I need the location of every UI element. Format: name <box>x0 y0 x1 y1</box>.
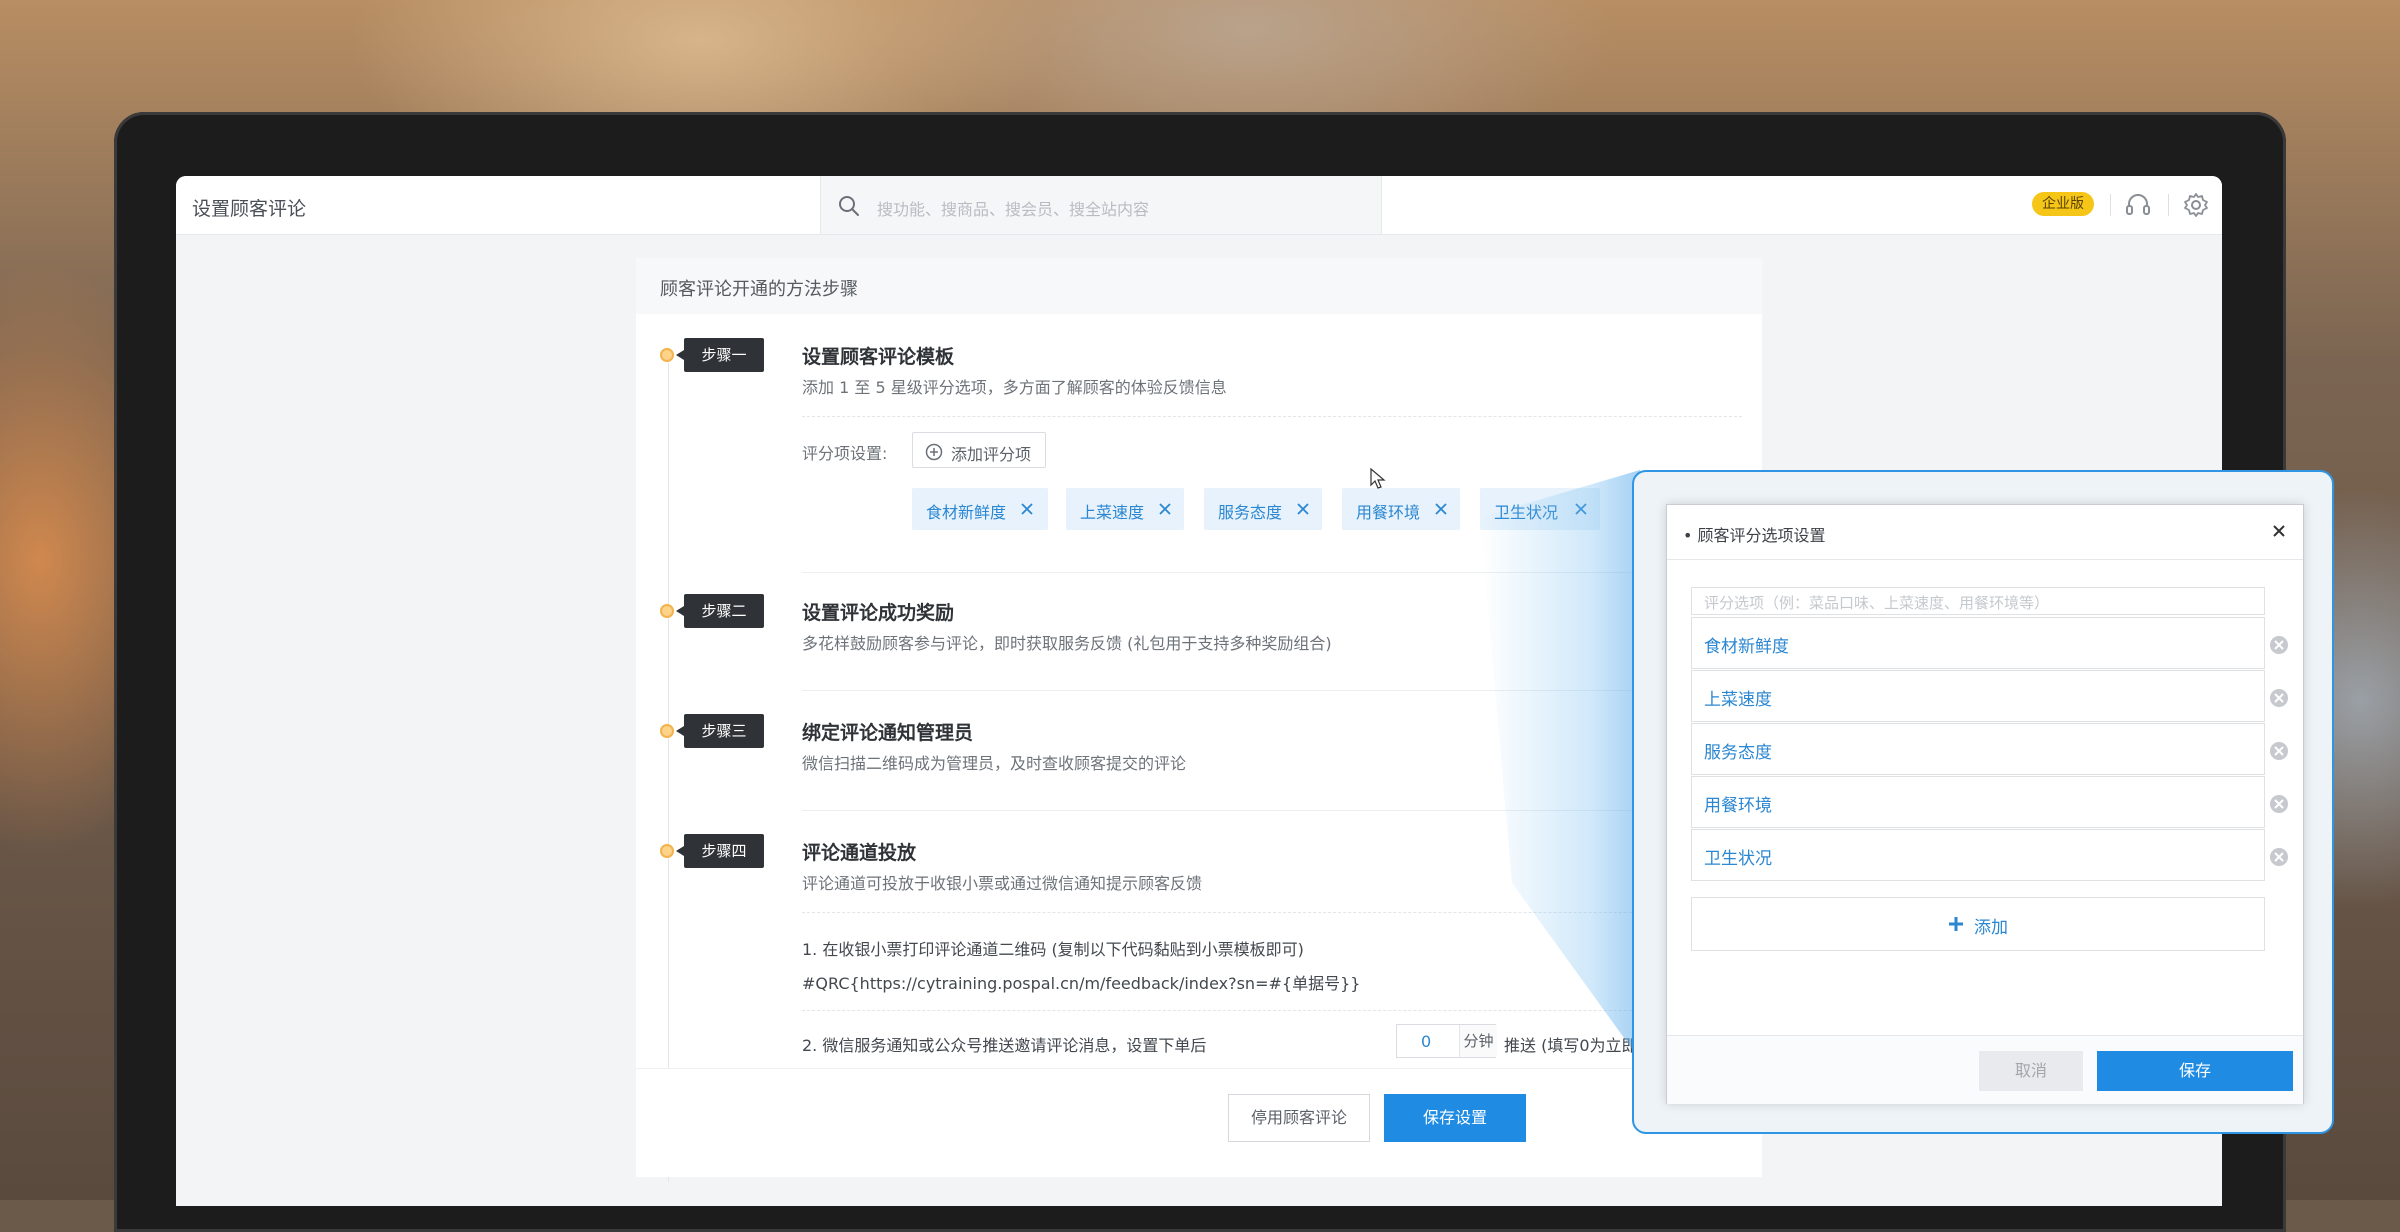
step-desc-3: 微信扫描二维码成为管理员，及时查收顾客提交的评论 <box>802 754 1187 773</box>
rating-option-placeholder[interactable]: 评分选项（例：菜品口味、上菜速度、用餐环境等） <box>1704 592 2049 613</box>
add-rating-item-button[interactable]: 添加评分项 <box>912 432 1046 468</box>
step-title-3: 绑定评论通知管理员 <box>802 722 974 744</box>
step-title-2: 设置评论成功奖励 <box>802 602 955 624</box>
global-search[interactable]: 搜功能、搜商品、搜会员、搜全站内容 <box>820 176 1382 234</box>
save-button[interactable]: 保存 <box>2097 1051 2293 1091</box>
push-delay-unit: 分钟 <box>1459 1025 1497 1057</box>
step-title-4: 评论通道投放 <box>802 842 917 864</box>
remove-circle-icon[interactable] <box>2269 794 2289 814</box>
remove-circle-icon[interactable] <box>2269 635 2289 655</box>
step-desc-4: 评论通道可投放于收银小票或通过微信通知提示顾客反馈 <box>802 874 1203 893</box>
dialog-title: • 顾客评分选项设置 <box>1683 526 1826 545</box>
step-tag-2: 步骤二 <box>676 594 764 628</box>
close-icon[interactable] <box>1158 502 1172 516</box>
topbar-divider <box>2168 194 2169 216</box>
top-bar: 设置顾客评论 搜功能、搜商品、搜会员、搜全站内容 企业版 <box>176 176 2222 235</box>
rating-option-label[interactable]: 用餐环境 <box>1704 791 1772 816</box>
rating-tag[interactable]: 食材新鲜度 <box>912 488 1048 530</box>
remove-circle-icon[interactable] <box>2269 688 2289 708</box>
page-title: 设置顾客评论 <box>192 198 307 220</box>
rating-option-row[interactable]: 服务态度 <box>1691 723 2265 775</box>
headset-icon[interactable] <box>2124 191 2152 219</box>
step-divider <box>802 416 1742 417</box>
step-desc-2: 多花样鼓励顾客参与评论，即时获取服务反馈 (礼包用于支持多种奖励组合) <box>802 634 1332 653</box>
rating-option-row[interactable]: 用餐环境 <box>1691 776 2265 828</box>
plus-icon <box>1949 917 1963 931</box>
push-delay-value[interactable]: 0 <box>1421 1032 1431 1051</box>
rating-tag[interactable]: 服务态度 <box>1204 488 1322 530</box>
gear-icon[interactable] <box>2182 191 2210 219</box>
rating-option-label[interactable]: 食材新鲜度 <box>1704 632 1789 657</box>
step-dot <box>660 604 674 618</box>
step-dot <box>660 348 674 362</box>
rating-tag-label: 上菜速度 <box>1080 503 1145 522</box>
rating-option-label[interactable]: 卫生状况 <box>1704 844 1772 869</box>
rating-tag-label: 用餐环境 <box>1356 503 1421 522</box>
rating-option-row[interactable]: 食材新鲜度 <box>1691 617 2265 669</box>
rating-option-label[interactable]: 服务态度 <box>1704 738 1772 763</box>
rating-option-row[interactable]: 上菜速度 <box>1691 670 2265 722</box>
rating-tag-label: 食材新鲜度 <box>926 503 1007 522</box>
save-settings-button[interactable]: 保存设置 <box>1384 1094 1526 1142</box>
add-rating-item-label: 添加评分项 <box>951 445 1032 464</box>
panel-footer <box>636 1068 1762 1177</box>
dialog-header: • 顾客评分选项设置 <box>1667 505 2303 560</box>
edition-badge: 企业版 <box>2032 192 2094 216</box>
add-option-label: 添加 <box>1974 918 2008 938</box>
qr-instruction: 1. 在收银小票打印评论通道二维码 (复制以下代码黏贴到小票模板即可) <box>802 940 1304 959</box>
panel-header: 顾客评论开通的方法步骤 <box>636 258 1762 314</box>
wechat-push-prefix: 2. 微信服务通知或公众号推送邀请评论消息，设置下单后 <box>802 1036 1207 1055</box>
zoom-callout: • 顾客评分选项设置 评分选项（例：菜品口味、上菜速度、用餐环境等） 食材新鲜度… <box>1632 470 2334 1134</box>
close-icon[interactable] <box>1296 502 1310 516</box>
mouse-cursor-icon <box>1370 468 1386 489</box>
remove-circle-icon[interactable] <box>2269 847 2289 867</box>
rating-options-dialog: • 顾客评分选项设置 评分选项（例：菜品口味、上菜速度、用餐环境等） 食材新鲜度… <box>1666 504 2304 1104</box>
rating-option-label[interactable]: 上菜速度 <box>1704 685 1772 710</box>
topbar-divider <box>2110 194 2111 216</box>
step-title-1: 设置顾客评论模板 <box>802 346 955 368</box>
remove-circle-icon[interactable] <box>2269 741 2289 761</box>
step-tag-3: 步骤三 <box>676 714 764 748</box>
qr-code-snippet[interactable]: #QRC{https://cytraining.pospal.cn/m/feed… <box>802 970 1360 994</box>
rating-option-row[interactable]: 卫生状况 <box>1691 829 2265 881</box>
close-icon[interactable] <box>2271 523 2287 539</box>
plus-circle-icon <box>925 443 943 461</box>
push-delay-input[interactable]: 0 分钟 <box>1396 1024 1497 1058</box>
step-desc-1: 添加 1 至 5 星级评分选项，多方面了解顾客的体验反馈信息 <box>802 378 1227 397</box>
search-icon <box>839 196 859 216</box>
add-option-button[interactable]: 添加 <box>1691 897 2265 951</box>
disable-reviews-button[interactable]: 停用顾客评论 <box>1228 1094 1370 1142</box>
step-divider <box>802 1010 1742 1011</box>
close-icon[interactable] <box>1434 502 1448 516</box>
close-icon[interactable] <box>1020 502 1034 516</box>
rating-tag-label: 服务态度 <box>1218 503 1283 522</box>
step-tag-1: 步骤一 <box>676 338 764 372</box>
step-dot <box>660 844 674 858</box>
step-tag-4: 步骤四 <box>676 834 764 868</box>
rating-items-label: 评分项设置: <box>802 444 888 463</box>
rating-tag[interactable]: 上菜速度 <box>1066 488 1184 530</box>
panel-title: 顾客评论开通的方法步骤 <box>660 279 858 300</box>
cancel-button[interactable]: 取消 <box>1979 1051 2083 1091</box>
timeline-line <box>668 362 669 1182</box>
search-placeholder[interactable]: 搜功能、搜商品、搜会员、搜全站内容 <box>877 196 1149 220</box>
step-dot <box>660 724 674 738</box>
rating-option-input[interactable]: 评分选项（例：菜品口味、上菜速度、用餐环境等） <box>1691 587 2265 615</box>
rating-tag[interactable]: 用餐环境 <box>1342 488 1460 530</box>
